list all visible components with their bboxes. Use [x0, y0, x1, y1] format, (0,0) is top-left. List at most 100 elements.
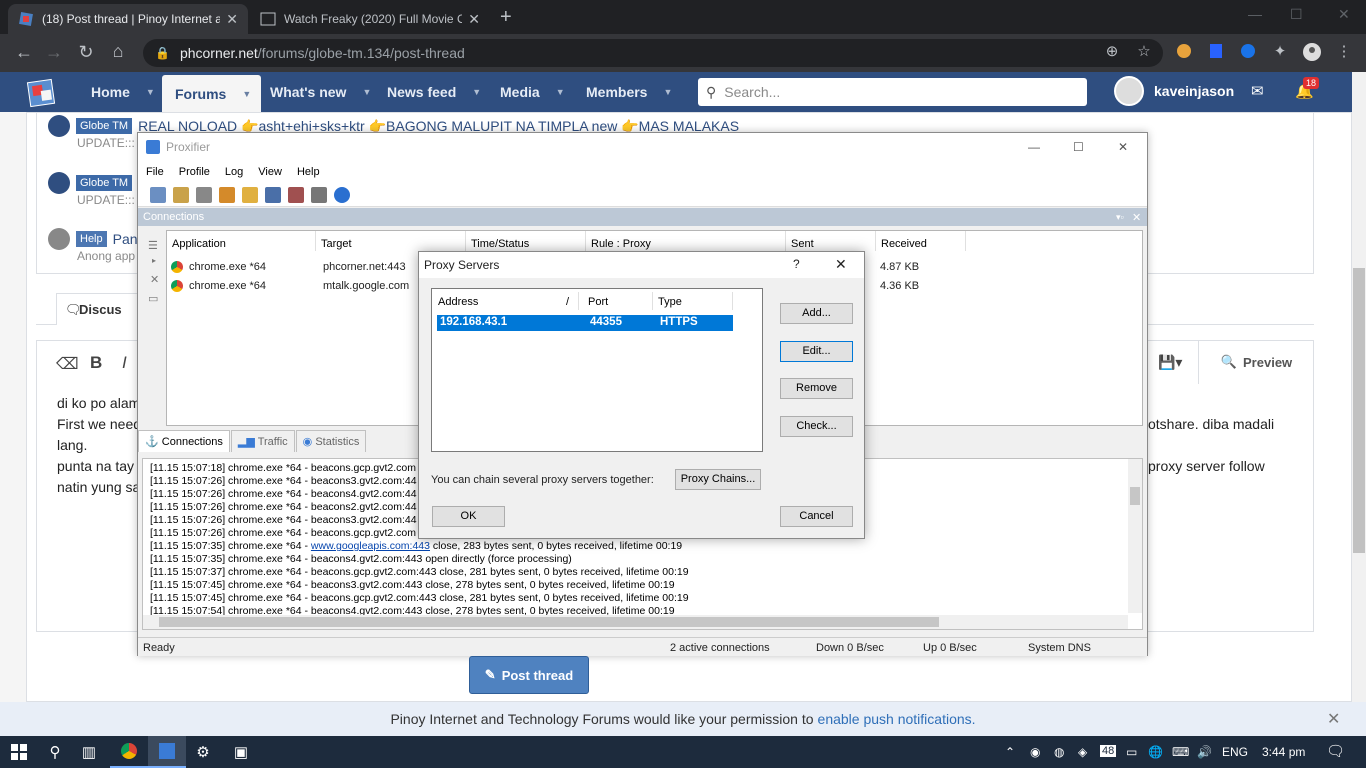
- terminal-icon[interactable]: ▣: [222, 736, 260, 768]
- proxy-server-row-selected[interactable]: 192.168.43.1 44355 HTTPS: [437, 315, 733, 331]
- proxy-server-list[interactable]: Address / Port Type 192.168.43.1 44355 H…: [431, 288, 763, 452]
- nav-members[interactable]: Members ▼: [576, 72, 682, 112]
- volume-icon[interactable]: 🔊: [1197, 745, 1212, 759]
- menu-help[interactable]: Help: [297, 166, 320, 178]
- panel-pin-icon[interactable]: ▾▫: [1116, 212, 1124, 223]
- add-button[interactable]: Add...: [780, 303, 853, 324]
- phcorner-logo[interactable]: [24, 76, 58, 110]
- log-horizontal-scrollbar[interactable]: [143, 615, 1128, 629]
- proxy-servers-icon[interactable]: [150, 186, 166, 203]
- maximize-icon[interactable]: ☐: [1073, 140, 1084, 154]
- column-header-received[interactable]: Received: [876, 231, 966, 251]
- advanced-icon[interactable]: [219, 186, 235, 203]
- italic-icon[interactable]: I: [122, 353, 127, 373]
- new-tab-button[interactable]: +: [500, 6, 512, 29]
- menu-log[interactable]: Log: [225, 166, 243, 178]
- language-indicator[interactable]: ENG: [1222, 745, 1248, 759]
- windows-start-icon[interactable]: [0, 736, 38, 768]
- nav-forums[interactable]: Forums ▼: [162, 75, 262, 112]
- close-icon[interactable]: ✕: [1327, 709, 1340, 729]
- clock[interactable]: 3:44 pm: [1262, 745, 1305, 759]
- bookmark-star-icon[interactable]: ☆: [1134, 42, 1154, 62]
- inbox-envelope-icon[interactable]: ✉: [1251, 82, 1264, 100]
- log-hscroll-thumb[interactable]: [159, 617, 939, 627]
- column-header-target[interactable]: Target: [316, 231, 466, 251]
- chevron-down-icon[interactable]: ▼: [146, 87, 155, 97]
- proxifier-taskbar-icon[interactable]: [148, 736, 186, 768]
- user-menu[interactable]: kaveinjason: [1114, 76, 1234, 106]
- chevron-down-icon[interactable]: ▼: [362, 87, 371, 97]
- tray-app-icon[interactable]: ▭: [1126, 745, 1137, 759]
- nav-home[interactable]: Home ▼: [78, 72, 168, 112]
- tab-statistics[interactable]: ◉ Statistics: [295, 430, 367, 452]
- browser-tab-active[interactable]: (18) Post thread | Pinoy Internet and ✕: [8, 4, 248, 34]
- ok-button[interactable]: OK: [432, 506, 505, 527]
- task-view-icon[interactable]: ▥: [70, 736, 108, 768]
- close-tab-icon[interactable]: ✕: [468, 11, 480, 28]
- tray-expand-icon[interactable]: ⌃: [1005, 745, 1015, 759]
- connection-options-icon[interactable]: ▭: [148, 292, 164, 305]
- column-header-rule-proxy[interactable]: Rule : Proxy: [586, 231, 786, 251]
- post-thread-button[interactable]: ✎ Post thread: [469, 656, 589, 694]
- print-icon[interactable]: [311, 186, 327, 203]
- input-method-icon[interactable]: ⌨: [1172, 745, 1189, 759]
- column-header-time-status[interactable]: Time/Status: [466, 231, 586, 251]
- chevron-down-icon[interactable]: ▼: [663, 87, 672, 97]
- bold-icon[interactable]: B: [90, 353, 102, 373]
- remove-button[interactable]: Remove: [780, 378, 853, 399]
- eraser-icon[interactable]: ⌫: [56, 354, 79, 374]
- page-scrollbar-thumb[interactable]: [1353, 268, 1365, 553]
- menu-profile[interactable]: Profile: [179, 166, 210, 178]
- tray-badge[interactable]: 48: [1100, 745, 1117, 757]
- forward-icon[interactable]: →: [42, 42, 66, 63]
- close-icon[interactable]: ✕: [1118, 140, 1128, 154]
- nav-news-feed[interactable]: News feed ▼: [376, 72, 492, 112]
- address-bar[interactable]: 🔒 phcorner.net /forums/globe-tm.134/post…: [143, 39, 1163, 67]
- column-header-application[interactable]: Application: [167, 231, 316, 251]
- name-resolution-icon[interactable]: [196, 186, 212, 203]
- menu-view[interactable]: View: [258, 166, 282, 178]
- help-icon[interactable]: ?: [793, 257, 800, 271]
- chrome-menu-icon[interactable]: ⋮: [1334, 42, 1354, 62]
- proxification-rules-icon[interactable]: [173, 186, 189, 203]
- log-scrollbar-thumb[interactable]: [1130, 487, 1140, 505]
- thread-item[interactable]: Globe TM: [48, 172, 138, 194]
- log-host-link[interactable]: www.googleapis.com:443: [311, 540, 430, 552]
- extensions-puzzle-icon[interactable]: ✦: [1270, 42, 1290, 62]
- proxifier-titlebar[interactable]: Proxifier — ☐ ✕: [138, 133, 1147, 161]
- chrome-taskbar-icon[interactable]: [110, 736, 148, 768]
- minimize-icon[interactable]: —: [1028, 140, 1040, 154]
- save-profile-icon[interactable]: [265, 186, 281, 203]
- close-tab-icon[interactable]: ✕: [226, 11, 238, 28]
- thread-title-link[interactable]: Pan: [113, 231, 138, 247]
- help-icon[interactable]: [334, 186, 350, 203]
- network-globe-icon[interactable]: 🌐: [1148, 745, 1163, 759]
- log-vertical-scrollbar[interactable]: [1128, 459, 1142, 613]
- close-icon[interactable]: ✕: [835, 256, 847, 273]
- install-app-icon[interactable]: ⊕: [1102, 42, 1122, 62]
- column-header-port[interactable]: Port: [588, 296, 608, 308]
- tab-discussion[interactable]: 🗨 Discus: [56, 293, 146, 325]
- chevron-down-icon[interactable]: ▼: [556, 87, 565, 97]
- nav-media[interactable]: Media ▼: [490, 72, 575, 112]
- log-settings-icon[interactable]: [288, 186, 304, 203]
- expand-arrow-icon[interactable]: ▸: [152, 256, 164, 265]
- site-search-input[interactable]: ⚲ Search...: [698, 78, 1087, 106]
- edit-button[interactable]: Edit...: [780, 341, 853, 362]
- check-button[interactable]: Check...: [780, 416, 853, 437]
- enable-push-link[interactable]: enable push notifications.: [818, 711, 976, 727]
- extension-icon[interactable]: [1174, 42, 1194, 62]
- action-center-icon[interactable]: 🗨: [1326, 742, 1345, 760]
- home-icon[interactable]: ⌂: [106, 41, 130, 62]
- reload-icon[interactable]: ↻: [74, 42, 98, 63]
- extension-flag-icon[interactable]: [1206, 42, 1226, 62]
- dialog-titlebar[interactable]: Proxy Servers ? ✕: [419, 252, 864, 278]
- nav-whats-new[interactable]: What's new ▼: [258, 72, 383, 112]
- chevron-down-icon[interactable]: ▼: [472, 87, 481, 97]
- table-row[interactable]: chrome.exe *64 phcorner.net:443: [171, 257, 406, 276]
- table-row[interactable]: chrome.exe *64 mtalk.google.com: [171, 276, 409, 295]
- back-icon[interactable]: ←: [12, 42, 36, 63]
- close-window-icon[interactable]: ✕: [1338, 6, 1350, 23]
- profile-avatar-icon[interactable]: [1302, 42, 1322, 62]
- search-icon[interactable]: ⚲: [36, 736, 74, 768]
